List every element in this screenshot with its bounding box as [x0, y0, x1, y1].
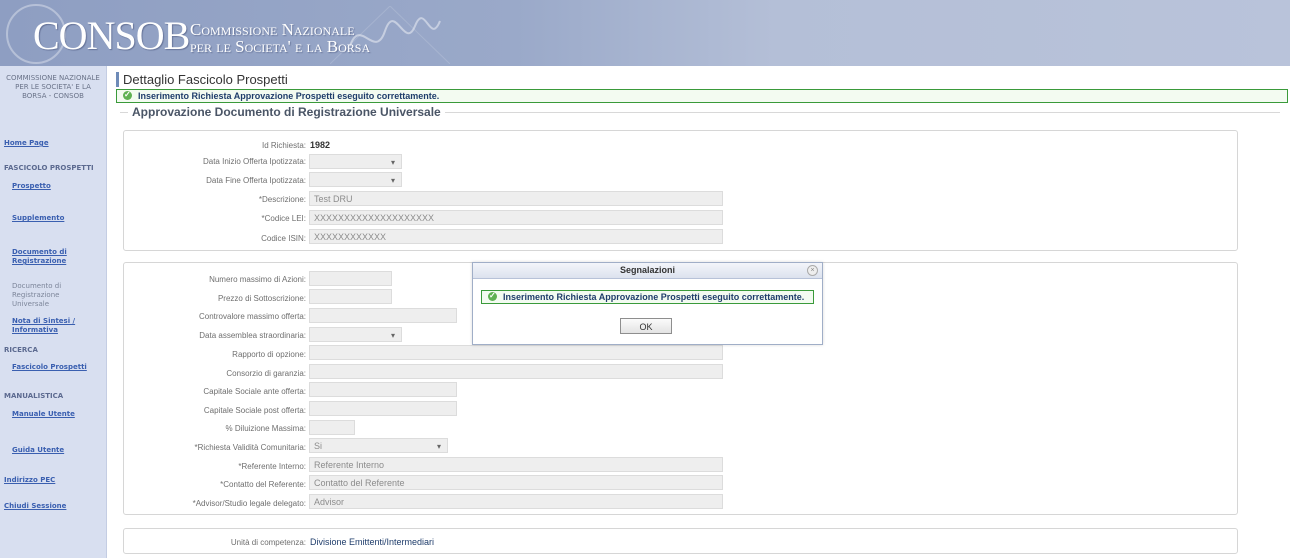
dialog-success-check-icon: [488, 290, 497, 302]
input-referente[interactable]: Referente Interno: [309, 457, 723, 472]
label-capitale-post: Capitale Sociale post offerta:: [203, 406, 306, 415]
label-data-fine: Data Fine Offerta Ipotizzata:: [206, 176, 306, 185]
nav-section-fascicolo: FASCICOLO PROSPETTI: [4, 164, 94, 172]
nav-nota-sintesi[interactable]: Nota di Sintesi / Informativa: [12, 317, 100, 335]
label-diluizione: % Diluizione Massima:: [225, 424, 306, 433]
nav-chiudi-sessione[interactable]: Chiudi Sessione: [4, 502, 66, 511]
input-consorzio[interactable]: [309, 364, 723, 379]
nav-guida-utente[interactable]: Guida Utente: [12, 446, 64, 455]
notification-dialog: Segnalazioni × Inserimento Richiesta App…: [472, 262, 823, 345]
input-capitale-ante[interactable]: [309, 382, 457, 397]
nav-documento-registrazione-universale[interactable]: Documento di Registrazione Universale: [12, 282, 92, 309]
input-capitale-post[interactable]: [309, 401, 457, 416]
input-diluizione[interactable]: [309, 420, 355, 435]
sidebar: COMMISSIONE NAZIONALE PER LE SOCIETA' E …: [0, 66, 107, 558]
success-message-text: Inserimento Richiesta Approvazione Prosp…: [138, 91, 440, 101]
value-unita-competenza: Divisione Emittenti/Intermediari: [310, 537, 435, 547]
value-id-richiesta: 1982: [310, 140, 331, 150]
label-codice-isin: Codice ISIN:: [261, 234, 306, 243]
input-descrizione[interactable]: Test DRU: [309, 191, 723, 206]
label-referente: *Referente Interno:: [238, 462, 306, 471]
label-data-assemblea: Data assemblea straordinaria:: [199, 331, 306, 340]
label-rapporto-opzione: Rapporto di opzione:: [232, 350, 306, 359]
input-contatto[interactable]: Contatto del Referente: [309, 475, 723, 490]
input-controvalore[interactable]: [309, 308, 457, 323]
nav-section-ricerca: RICERCA: [4, 346, 38, 354]
header-banner: CONSOB Commissione Nazionale per le Soci…: [0, 0, 1290, 66]
label-consorzio: Consorzio di garanzia:: [226, 369, 306, 378]
nav-manuale-utente[interactable]: Manuale Utente: [12, 410, 75, 419]
dialog-title: Segnalazioni: [473, 263, 822, 279]
input-advisor[interactable]: Advisor: [309, 494, 723, 509]
success-check-icon: [123, 89, 132, 101]
section-title: Approvazione Documento di Registrazione …: [128, 105, 445, 119]
nav-documento-registrazione[interactable]: Documento di Registrazione: [12, 248, 92, 266]
dialog-ok-button[interactable]: OK: [620, 318, 672, 334]
select-data-assemblea[interactable]: [309, 327, 402, 342]
input-numero-azioni[interactable]: [309, 271, 392, 286]
dialog-message-text: Inserimento Richiesta Approvazione Prosp…: [503, 292, 805, 302]
input-rapporto-opzione[interactable]: [309, 345, 723, 360]
nav-fascicolo-prospetti[interactable]: Fascicolo Prospetti: [12, 363, 87, 372]
input-codice-isin[interactable]: XXXXXXXXXXXX: [309, 229, 723, 244]
label-validita: *Richiesta Validità Comunitaria:: [194, 443, 306, 452]
label-id-richiesta: Id Richiesta:: [261, 141, 306, 150]
nav-prospetto[interactable]: Prospetto: [12, 182, 51, 191]
label-unita-competenza: Unità di competenza:: [230, 538, 306, 547]
nav-home-page[interactable]: Home Page: [4, 139, 49, 148]
label-capitale-ante: Capitale Sociale ante offerta:: [203, 387, 306, 396]
sidebar-org-name: COMMISSIONE NAZIONALE PER LE SOCIETA' E …: [6, 74, 100, 100]
select-data-fine[interactable]: [309, 172, 402, 187]
success-message-bar: Inserimento Richiesta Approvazione Prosp…: [116, 89, 1288, 103]
label-prezzo: Prezzo di Sottoscrizione:: [217, 294, 306, 303]
brand-logo: CONSOB: [33, 13, 190, 58]
dialog-message-bar: Inserimento Richiesta Approvazione Prosp…: [481, 290, 814, 304]
nav-supplemento[interactable]: Supplemento: [12, 214, 64, 223]
nav-section-manualistica: MANUALISTICA: [4, 392, 64, 400]
label-advisor: *Advisor/Studio legale delegato:: [192, 499, 306, 508]
dialog-close-icon[interactable]: ×: [807, 265, 818, 276]
label-numero-azioni: Numero massimo di Azioni:: [209, 275, 306, 284]
select-data-inizio[interactable]: [309, 154, 402, 169]
page-title: Dettaglio Fascicolo Prospetti: [116, 72, 288, 87]
banner-decoration-image: [330, 6, 450, 64]
select-validita[interactable]: Si: [309, 438, 448, 453]
nav-indirizzo-pec[interactable]: Indirizzo PEC: [4, 476, 55, 485]
label-codice-lei: *Codice LEI:: [261, 214, 306, 223]
input-codice-lei[interactable]: XXXXXXXXXXXXXXXXXXXX: [309, 210, 723, 225]
input-prezzo[interactable]: [309, 289, 392, 304]
label-contatto: *Contatto del Referente:: [220, 480, 306, 489]
label-controvalore: Controvalore massimo offerta:: [198, 312, 306, 321]
label-descrizione: *Descrizione:: [258, 195, 306, 204]
label-data-inizio: Data Inizio Offerta Ipotizzata:: [202, 157, 306, 166]
